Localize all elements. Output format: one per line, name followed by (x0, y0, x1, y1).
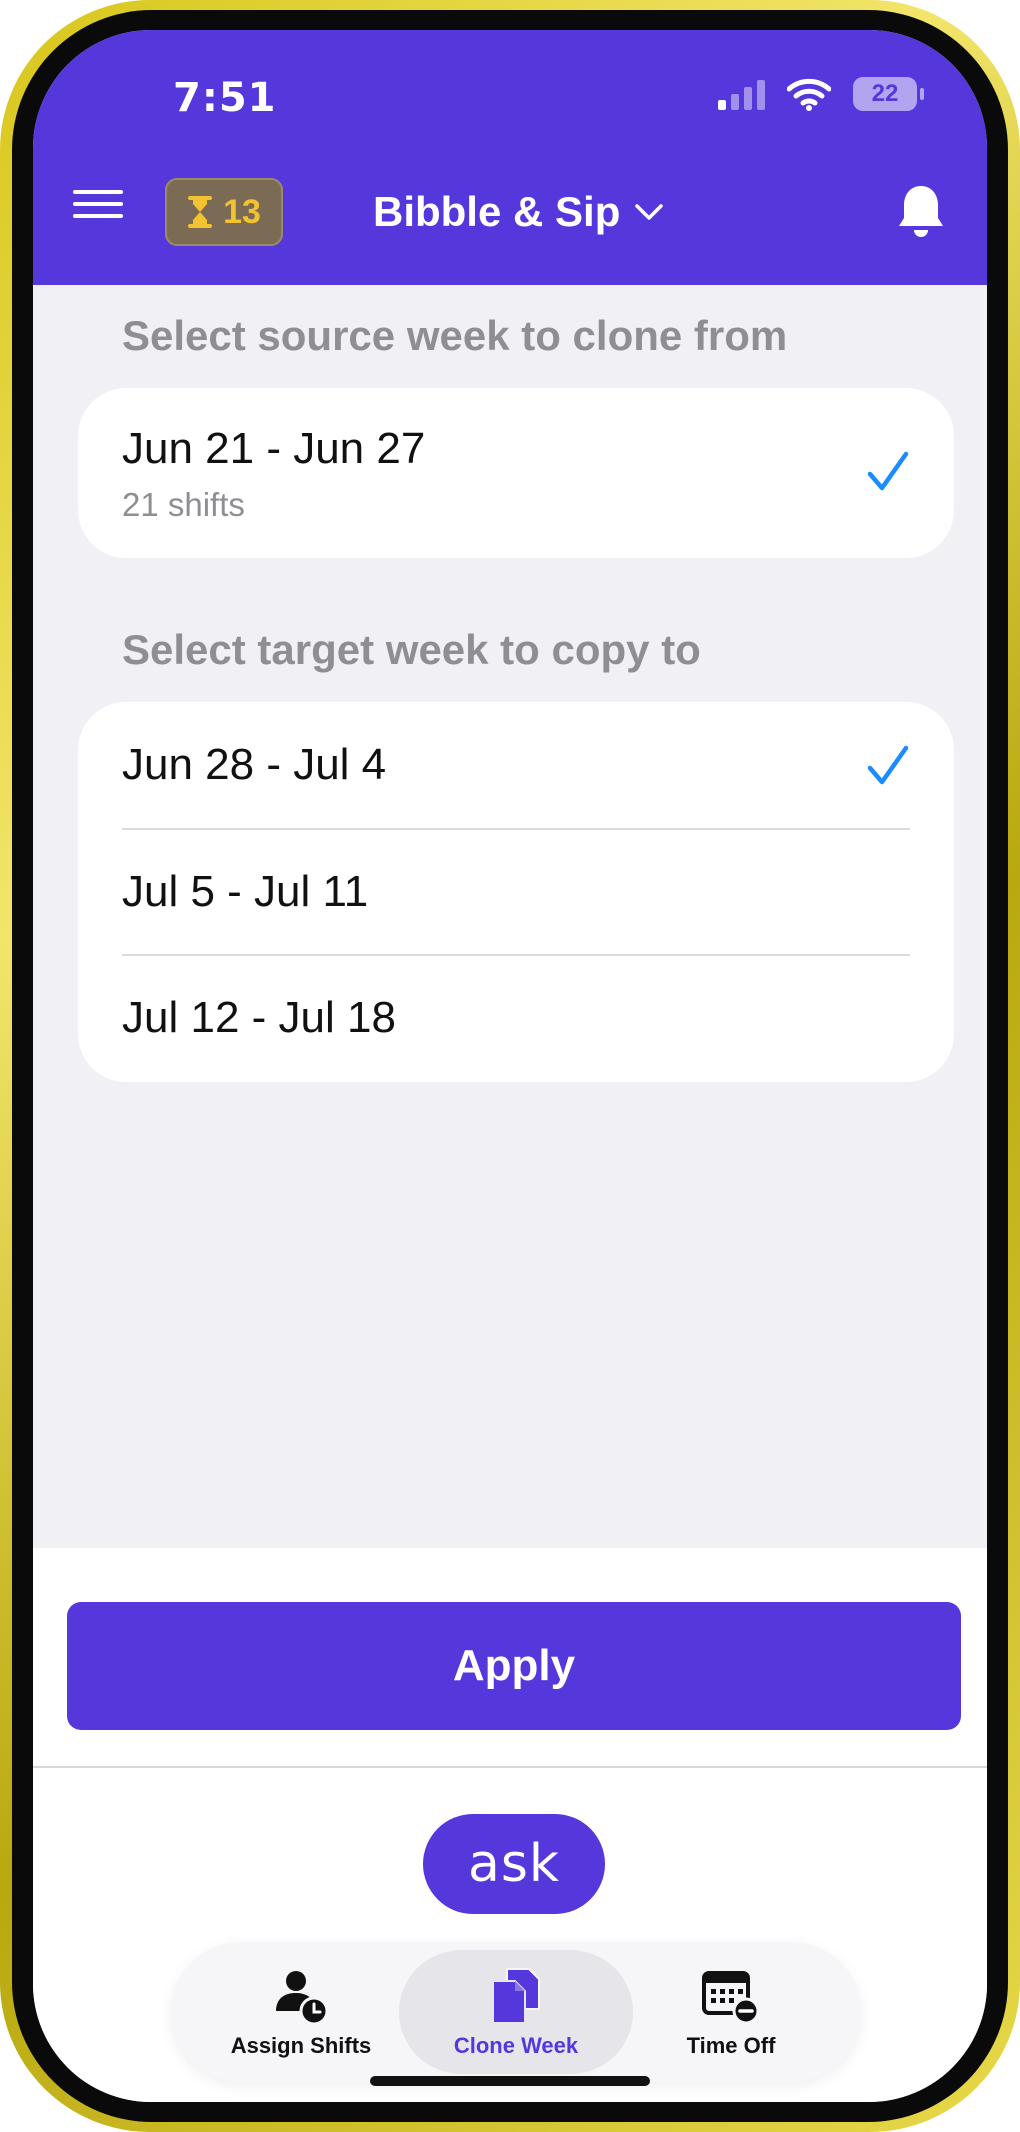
source-week-range: Jun 21 - Jun 27 (122, 424, 426, 473)
hamburger-menu-button[interactable] (73, 190, 123, 222)
checkmark-icon (867, 745, 909, 785)
target-week-row[interactable]: Jul 12 - Jul 18 (122, 954, 910, 1080)
source-week-row[interactable]: Jun 21 - Jun 27 21 shifts (122, 388, 910, 558)
target-week-range: Jul 5 - Jul 11 (122, 867, 369, 916)
target-week-card: Jun 28 - Jul 4 Jul 5 - Jul 11 Jul 12 - J… (78, 702, 954, 1082)
pending-timer-badge[interactable]: 13 (165, 178, 283, 246)
time-off-icon (702, 1971, 760, 2025)
hourglass-icon (188, 196, 213, 228)
cellular-signal-icon (718, 78, 765, 110)
target-section-title: Select target week to copy to (122, 626, 701, 673)
target-week-row[interactable]: Jul 5 - Jul 11 (122, 828, 910, 954)
status-icons: 22 (718, 76, 924, 112)
target-week-range: Jun 28 - Jul 4 (122, 740, 387, 789)
tab-label: Time Off (686, 2033, 776, 2058)
assign-shifts-icon (276, 1971, 329, 2026)
home-indicator (370, 2076, 650, 2086)
tab-clone-week[interactable]: Clone Week (399, 1950, 633, 2074)
app-header: 7:51 22 13 Bibble & Sip (33, 30, 987, 285)
timer-count: 13 (223, 192, 261, 231)
battery-level: 22 (871, 80, 899, 107)
notification-bell-icon[interactable] (895, 182, 947, 240)
battery-icon: 22 (853, 77, 924, 111)
ask-assistant-button[interactable]: ask (423, 1814, 605, 1914)
business-selector[interactable]: Bibble & Sip (373, 182, 664, 242)
divider (33, 1766, 987, 1768)
target-week-row[interactable]: Jun 28 - Jul 4 (122, 702, 910, 828)
checkmark-icon (867, 451, 909, 491)
wifi-icon (787, 78, 831, 111)
apply-button[interactable]: Apply (67, 1602, 961, 1730)
source-week-card: Jun 21 - Jun 27 21 shifts (78, 388, 954, 558)
business-name: Bibble & Sip (373, 188, 621, 235)
tab-label: Assign Shifts (230, 2033, 372, 2058)
tab-label: Clone Week (453, 2033, 579, 2058)
clone-week-icon (492, 1968, 540, 2024)
tab-assign-shifts[interactable]: Assign Shifts (211, 1950, 391, 2074)
bottom-tab-bar: Assign Shifts Clone Week Time Off (171, 1942, 861, 2082)
source-week-shift-count: 21 shifts (122, 486, 245, 523)
tab-time-off[interactable]: Time Off (641, 1950, 821, 2074)
target-week-range: Jul 12 - Jul 18 (122, 993, 396, 1042)
bottom-panel: Apply ask Assign Shifts Clone Week Time … (33, 1548, 987, 2102)
source-section-title: Select source week to clone from (122, 312, 788, 359)
status-time: 7:51 (173, 75, 277, 121)
phone-screen: 7:51 22 13 Bibble & Sip Select source we… (33, 30, 987, 2102)
chevron-down-icon (635, 204, 664, 220)
